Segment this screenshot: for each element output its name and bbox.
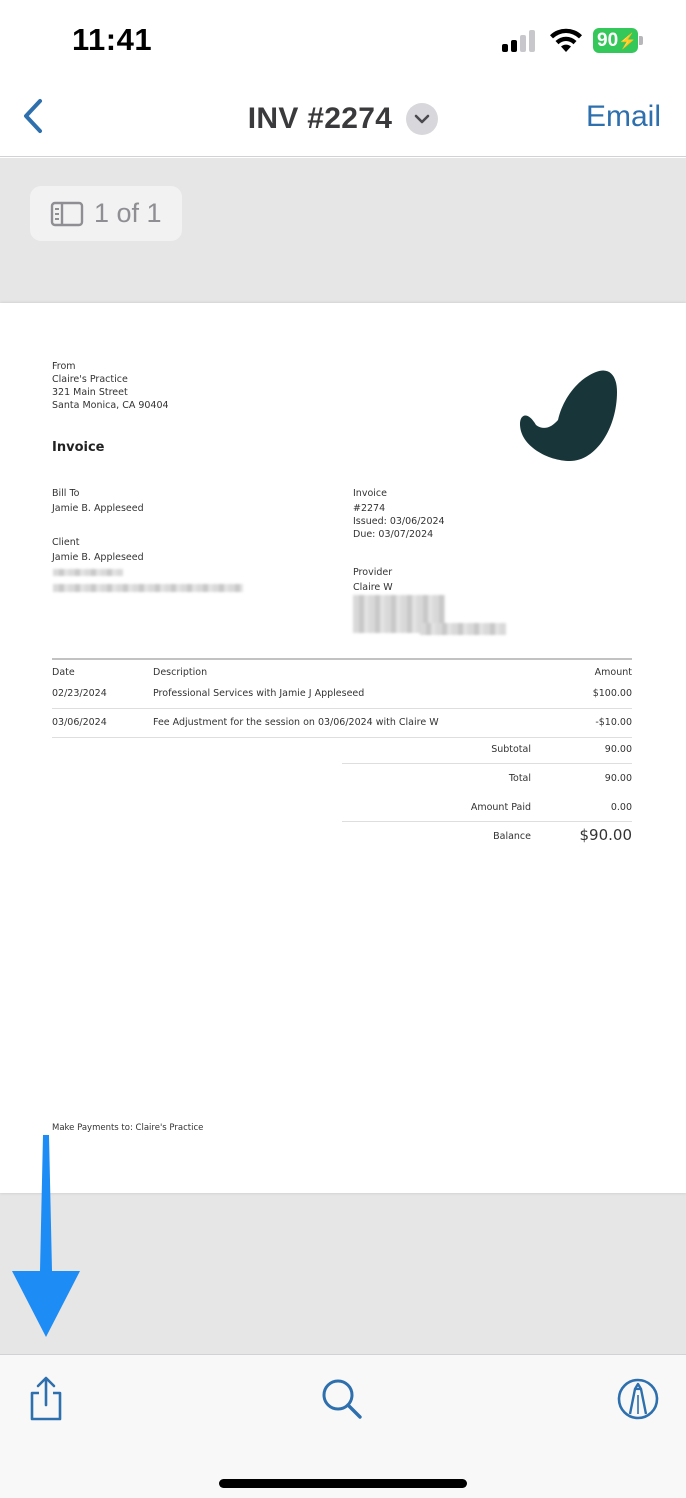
- home-indicator[interactable]: [219, 1479, 467, 1488]
- payment-note: Make Payments to: Claire's Practice: [52, 1123, 204, 1133]
- invoice-heading: Invoice: [52, 440, 105, 455]
- page-title: INV #2274: [247, 101, 393, 135]
- search-icon[interactable]: [318, 1375, 366, 1423]
- redacted-client-email: [53, 584, 243, 592]
- practice-logo: [520, 370, 617, 461]
- sidebar-icon: [50, 201, 84, 226]
- chevron-down-icon[interactable]: [406, 102, 439, 135]
- issued-date: Issued: 03/06/2024: [353, 516, 445, 527]
- invoice-page: From Claire's Practice 321 Main Street S…: [0, 303, 686, 1193]
- subtotal-value: 90.00: [604, 744, 632, 755]
- invoice-number: #2274: [353, 503, 386, 514]
- balance-label: Balance: [493, 831, 531, 842]
- redacted-provider-details-2: [420, 623, 506, 635]
- from-practice: Claire's Practice: [52, 374, 128, 385]
- client-block: Client Jamie B. Appleseed: [52, 536, 144, 564]
- cellular-signal-icon: [502, 30, 538, 52]
- client-label: Client: [52, 537, 80, 548]
- bill-to-label: Bill To: [52, 488, 80, 499]
- battery-icon: 90⚡: [593, 28, 643, 53]
- row-description: Professional Services with Jamie J Apple…: [153, 688, 365, 699]
- row-amount: $100.00: [592, 688, 632, 699]
- bottom-toolbar: [0, 1354, 686, 1498]
- email-button[interactable]: Email: [586, 100, 661, 134]
- total-row: Total 90.00: [342, 764, 632, 793]
- from-street: 321 Main Street: [52, 387, 128, 398]
- provider-name: Claire W: [353, 582, 393, 593]
- bill-to-name: Jamie B. Appleseed: [52, 503, 144, 514]
- from-label: From: [52, 361, 76, 372]
- amount-paid-label: Amount Paid: [470, 802, 531, 813]
- total-value: 90.00: [604, 773, 632, 784]
- invoice-info-label: Invoice: [353, 488, 387, 499]
- status-time: 11:41: [72, 22, 153, 57]
- from-block: From Claire's Practice 321 Main Street S…: [52, 360, 169, 412]
- table-row: 02/23/2024 Professional Services with Ja…: [52, 680, 632, 709]
- subtotal-row: Subtotal 90.00: [342, 735, 632, 764]
- provider-block: Provider Claire W: [353, 566, 393, 594]
- document-viewer[interactable]: 1 of 1 From Claire's Practice 321 Main S…: [0, 158, 686, 1354]
- column-header-date: Date: [52, 667, 75, 678]
- row-description: Fee Adjustment for the session on 03/06/…: [153, 717, 439, 728]
- total-label: Total: [508, 773, 531, 784]
- status-bar: 11:41 90⚡: [0, 0, 686, 80]
- row-amount: -$10.00: [595, 717, 632, 728]
- amount-paid-value: 0.00: [610, 802, 632, 813]
- share-icon[interactable]: [22, 1375, 70, 1423]
- provider-label: Provider: [353, 567, 393, 578]
- redacted-client-phone: [53, 569, 123, 576]
- balance-value: $90.00: [579, 826, 633, 844]
- page-indicator-label: 1 of 1: [94, 198, 162, 228]
- battery-level: 90: [597, 30, 619, 51]
- totals-block: Subtotal 90.00 Total 90.00 Amount Paid 0…: [342, 735, 632, 851]
- line-items-table: Date Description Amount 02/23/2024 Profe…: [52, 658, 632, 738]
- subtotal-label: Subtotal: [491, 744, 531, 755]
- page-indicator[interactable]: 1 of 1: [30, 186, 182, 241]
- client-name: Jamie B. Appleseed: [52, 552, 144, 563]
- balance-row: Balance $90.00: [342, 822, 632, 851]
- column-header-description: Description: [153, 667, 208, 678]
- due-date: Due: 03/07/2024: [353, 529, 434, 540]
- markup-icon[interactable]: [614, 1375, 662, 1423]
- row-date: 02/23/2024: [52, 688, 107, 699]
- title-menu[interactable]: INV #2274: [0, 80, 686, 157]
- navigation-bar: INV #2274 Email: [0, 80, 686, 157]
- from-city: Santa Monica, CA 90404: [52, 400, 169, 411]
- invoice-info-block: Invoice #2274 Issued: 03/06/2024 Due: 03…: [353, 487, 445, 541]
- annotation-arrow-icon: [12, 1135, 80, 1337]
- amount-paid-row: Amount Paid 0.00: [342, 793, 632, 822]
- wifi-icon: [550, 28, 582, 52]
- bill-to-block: Bill To Jamie B. Appleseed: [52, 487, 144, 515]
- column-header-amount: Amount: [594, 667, 632, 678]
- row-date: 03/06/2024: [52, 717, 107, 728]
- table-row: 03/06/2024 Fee Adjustment for the sessio…: [52, 709, 632, 738]
- table-header-row: Date Description Amount: [52, 660, 632, 680]
